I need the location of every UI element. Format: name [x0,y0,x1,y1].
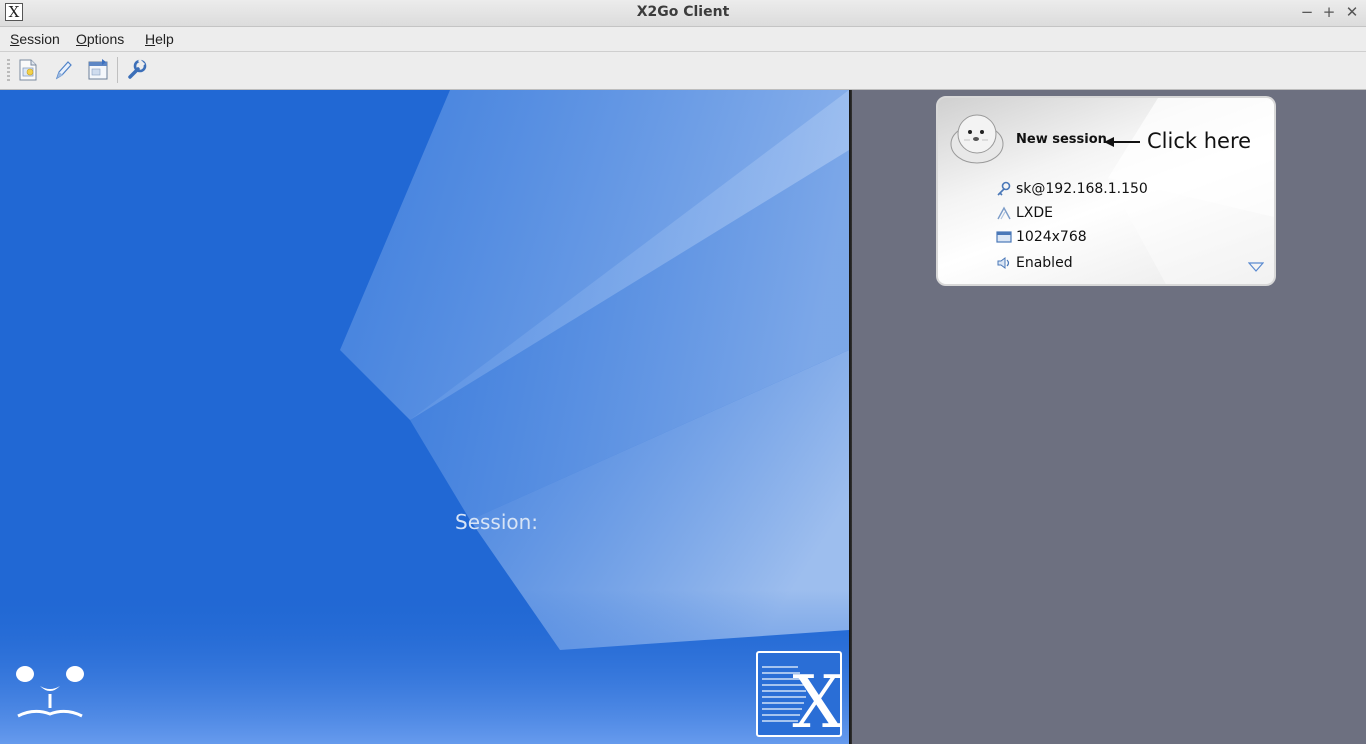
create-shortcut-icon[interactable] [85,57,111,83]
key-icon [997,181,1011,196]
x2go-x-logo-icon: X [756,651,842,737]
toolbar-grip[interactable] [7,59,10,83]
session-resolution-row: 1024x768 [996,228,1256,248]
session-sound: Enabled [1016,255,1073,271]
session-seal-avatar-icon [950,114,1004,164]
session-sound-row: Enabled [996,254,1256,274]
session-desktop-row: LXDE [996,204,1256,224]
session-label: Session: [455,510,539,534]
menu-help[interactable]: Help [145,31,174,47]
session-display-pane: Session: X [0,90,849,744]
chevron-down-icon[interactable] [1248,261,1264,273]
minimize-button[interactable]: − [1297,2,1317,22]
lxde-icon [997,206,1011,220]
display-icon [996,231,1012,243]
session-desktop: LXDE [1016,205,1054,221]
title-bar: X X2Go Client − + ✕ [0,0,1366,27]
session-server-row: sk@192.168.1.150 [996,180,1256,200]
toolbar [0,52,1366,90]
session-server: sk@192.168.1.150 [1016,181,1148,197]
blue-background [0,90,849,744]
close-button[interactable]: ✕ [1342,2,1362,22]
arrow-left-icon [1104,137,1140,147]
settings-wrench-icon[interactable] [124,57,150,83]
menu-session[interactable]: Session [10,31,60,47]
menu-options[interactable]: Options [76,31,124,47]
window-title: X2Go Client [636,4,730,20]
x2go-seal-logo-icon [16,666,84,718]
menu-bar: Session Options Help [0,27,1366,52]
click-here-annotation: Click here [1147,129,1252,153]
new-session-icon[interactable] [15,57,41,83]
toolbar-separator [117,57,118,83]
session-card[interactable]: New session Click here sk@192.168.1.150 … [936,96,1276,286]
svg-text:X: X [792,660,840,735]
session-name[interactable]: New session [1016,132,1107,147]
maximize-button[interactable]: + [1319,2,1339,22]
speaker-icon [997,257,1010,269]
edit-session-icon[interactable] [50,57,76,83]
session-resolution: 1024x768 [1016,229,1087,245]
